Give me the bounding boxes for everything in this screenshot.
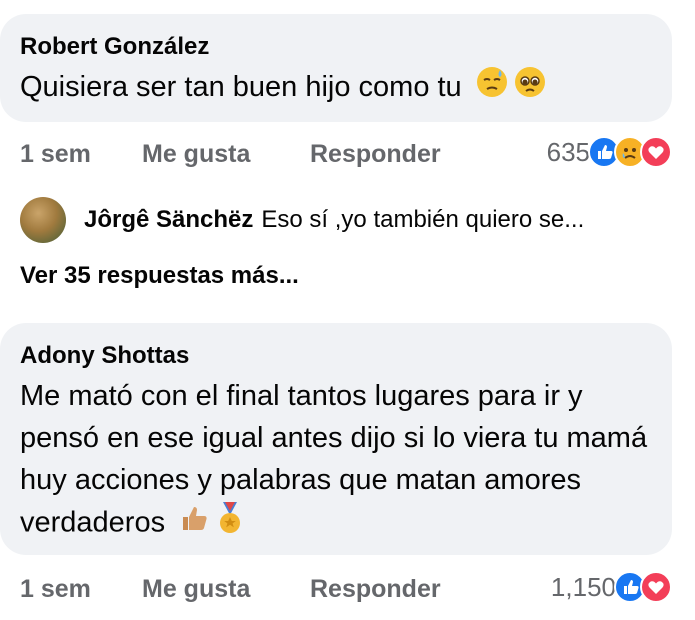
love-reaction-icon bbox=[640, 571, 672, 603]
comment-time[interactable]: 1 sem bbox=[20, 575, 91, 604]
reaction-summary[interactable]: 1,150 bbox=[551, 569, 672, 605]
comment-bubble: Robert González Quisiera ser tan buen hi… bbox=[0, 14, 672, 122]
avatar[interactable] bbox=[20, 197, 66, 243]
comment-text: Quisiera ser tan buen hijo como tu bbox=[20, 66, 672, 110]
comment-bubble: Adony Shottas Me mató con el final tanto… bbox=[0, 323, 672, 555]
downcast-sweat-face-icon bbox=[476, 66, 508, 110]
reply-button[interactable]: Responder bbox=[310, 575, 441, 604]
comment-text-content: Me mató con el final tantos lugares para… bbox=[20, 380, 648, 539]
comment-text-content: Quisiera ser tan buen hijo como tu bbox=[20, 71, 462, 103]
comment-text: Me mató con el final tantos lugares para… bbox=[20, 375, 660, 547]
thumbs-up-icon bbox=[177, 502, 209, 546]
reaction-count: 1,150 bbox=[550, 571, 616, 602]
medal-icon bbox=[215, 501, 245, 547]
pleading-face-icon bbox=[514, 66, 546, 110]
comment-time[interactable]: 1 sem bbox=[20, 140, 91, 169]
reply-button[interactable]: Responder bbox=[310, 140, 441, 169]
comment-actions: 1 sem Me gusta Responder 1,150 bbox=[20, 567, 672, 607]
reaction-count: 635 bbox=[546, 136, 590, 167]
like-button[interactable]: Me gusta bbox=[142, 575, 250, 604]
reaction-summary[interactable]: 635 bbox=[547, 134, 672, 170]
reply-author[interactable]: Jôrgê Sänchëz bbox=[84, 206, 253, 234]
like-button[interactable]: Me gusta bbox=[142, 140, 250, 169]
reply-preview[interactable]: Jôrgê Sänchëz Eso sí ,yo también quiero … bbox=[20, 196, 670, 244]
comment-author[interactable]: Adony Shottas bbox=[20, 341, 672, 371]
love-reaction-icon bbox=[640, 136, 672, 168]
reply-text: Eso sí ,yo también quiero se... bbox=[261, 206, 585, 233]
comment-actions: 1 sem Me gusta Responder 635 bbox=[20, 132, 672, 172]
comment-author[interactable]: Robert González bbox=[20, 32, 672, 62]
view-more-replies-link[interactable]: Ver 35 respuestas más... bbox=[20, 262, 299, 290]
